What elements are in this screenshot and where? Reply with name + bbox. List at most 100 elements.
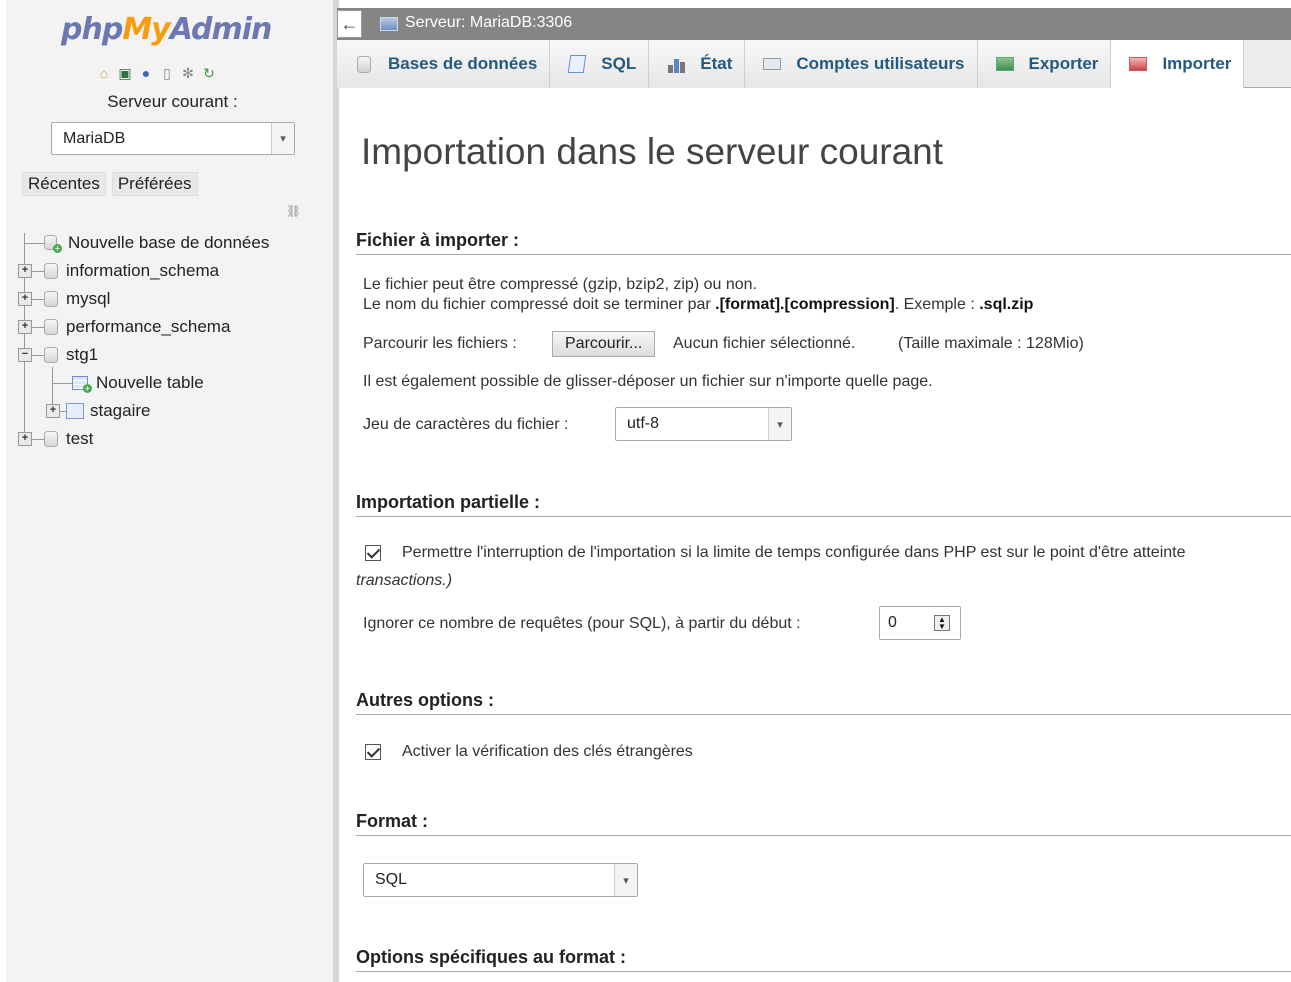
tab-import[interactable]: Importer xyxy=(1111,40,1245,88)
database-icon xyxy=(44,347,58,363)
tab-label: SQL xyxy=(601,54,637,73)
expand-icon[interactable]: + xyxy=(18,264,32,278)
view-icon xyxy=(66,403,84,419)
spinner-icon[interactable]: ▲ ▼ xyxy=(934,615,950,631)
navigation-panel: phpMyAdmin ⌂ ▣ ● ▯ ✻ ↻ Serveur courant :… xyxy=(0,0,333,982)
quick-links: ⌂ ▣ ● ▯ ✻ ↻ xyxy=(95,64,218,82)
charset-select-value: utf-8 xyxy=(627,415,660,432)
new-table-icon: + xyxy=(72,375,92,393)
tree-item-label[interactable]: stg1 xyxy=(66,345,98,365)
allow-interrupt-checkbox[interactable] xyxy=(365,545,381,561)
foreign-key-checks-checkbox[interactable] xyxy=(365,744,381,760)
recent-tables-button[interactable]: Récentes xyxy=(22,172,106,196)
format-select[interactable]: SQL ▾ xyxy=(363,863,638,897)
no-file-selected: Aucun fichier sélectionné. xyxy=(673,335,856,352)
tree-item-database[interactable]: + mysql xyxy=(18,285,269,313)
settings-icon[interactable]: ✻ xyxy=(179,64,197,82)
expand-icon[interactable]: + xyxy=(18,432,32,446)
tree-item-label[interactable]: stagaire xyxy=(90,401,150,421)
format-specific-heading: Options spécifiques au format : xyxy=(356,947,1291,972)
foreign-key-checks-label[interactable]: Activer la vérification des clés étrangè… xyxy=(402,743,693,761)
import-icon xyxy=(1128,55,1148,73)
tree-item-label[interactable]: mysql xyxy=(66,289,110,309)
database-tree: + Nouvelle base de données + information… xyxy=(18,229,269,453)
home-icon[interactable]: ⌂ xyxy=(95,64,113,82)
compression-note: Le fichier peut être compressé (gzip, bz… xyxy=(363,276,757,293)
browse-label: Parcourir les fichiers : xyxy=(363,335,517,352)
tab-label: Exporter xyxy=(1028,54,1099,73)
tab-user-accounts[interactable]: Comptes utilisateurs xyxy=(745,40,978,88)
tree-item-database[interactable]: + test xyxy=(18,425,269,453)
recent-favorites: Récentes Préférées xyxy=(22,172,198,196)
expand-icon[interactable]: + xyxy=(18,320,32,334)
server-select[interactable]: MariaDB ▾ xyxy=(51,122,295,155)
tab-status[interactable]: État xyxy=(649,40,746,88)
tab-label: Bases de données xyxy=(388,54,538,73)
reload-icon[interactable]: ↻ xyxy=(200,64,218,82)
server-breadcrumb-bar: ← Serveur: MariaDB:3306 xyxy=(337,8,1291,40)
skip-queries-label: Ignorer ce nombre de requêtes (pour SQL)… xyxy=(363,615,801,632)
new-database-icon: + xyxy=(44,235,62,253)
import-page: Importation dans le serveur courant Fich… xyxy=(337,89,1291,982)
server-label: Serveur courant : xyxy=(107,92,238,111)
expand-icon[interactable]: + xyxy=(46,404,60,418)
allow-interrupt-label[interactable]: Permettre l'interruption de l'importatio… xyxy=(402,544,1185,562)
tree-item-label: Nouvelle table xyxy=(96,373,204,392)
max-size-note: (Taille maximale : 128Mio) xyxy=(898,335,1084,352)
expand-icon[interactable]: + xyxy=(18,292,32,306)
database-icon xyxy=(354,55,374,73)
collapse-icon[interactable]: − xyxy=(18,348,32,362)
tab-label: Comptes utilisateurs xyxy=(796,54,965,73)
tree-item-label[interactable]: test xyxy=(66,429,93,449)
format-select-value: SQL xyxy=(375,871,408,888)
tree-item-view[interactable]: + stagaire xyxy=(18,397,269,425)
server-icon xyxy=(380,17,398,31)
chevron-down-icon: ▾ xyxy=(271,123,294,154)
database-icon xyxy=(44,291,58,307)
main-tabs: Bases de données SQL État Comptes utilis… xyxy=(337,40,1291,88)
tree-item-label[interactable]: information_schema xyxy=(66,261,219,281)
allow-interrupt-note: transactions.) xyxy=(356,572,453,589)
tab-export[interactable]: Exporter xyxy=(977,40,1112,88)
tab-databases[interactable]: Bases de données xyxy=(337,40,551,88)
browse-button[interactable]: Parcourir... xyxy=(552,331,656,357)
exit-icon[interactable]: ▣ xyxy=(116,64,134,82)
breadcrumb-server[interactable]: Serveur: MariaDB:3306 xyxy=(405,14,572,32)
chevron-down-icon: ▾ xyxy=(768,408,791,440)
collapse-sidebar-button[interactable]: ← xyxy=(337,10,362,38)
export-icon xyxy=(995,55,1015,73)
help-icon[interactable]: ● xyxy=(137,64,155,82)
compression-format-note: Le nom du fichier compressé doit se term… xyxy=(363,296,1034,313)
tree-item-label[interactable]: performance_schema xyxy=(66,317,230,337)
phpmyadmin-logo[interactable]: phpMyAdmin xyxy=(61,12,272,47)
favorite-tables-button[interactable]: Préférées xyxy=(111,172,198,196)
link-icon[interactable]: ⛓ xyxy=(286,204,301,218)
partial-section-heading: Importation partielle : xyxy=(356,492,1291,517)
chevron-down-icon: ▾ xyxy=(614,864,637,896)
docs-icon[interactable]: ▯ xyxy=(158,64,176,82)
status-icon xyxy=(666,55,686,73)
database-icon xyxy=(44,263,58,279)
tab-label: État xyxy=(700,54,733,73)
database-icon xyxy=(44,319,58,335)
charset-select[interactable]: utf-8 ▾ xyxy=(615,407,792,441)
tree-item-new-database[interactable]: + Nouvelle base de données xyxy=(18,229,269,257)
database-icon xyxy=(44,431,58,447)
skip-queries-value: 0 xyxy=(888,614,897,631)
tree-item-new-table[interactable]: + Nouvelle table xyxy=(18,369,269,397)
tree-item-database[interactable]: + information_schema xyxy=(18,257,269,285)
tree-item-label: Nouvelle base de données xyxy=(68,233,270,252)
format-heading: Format : xyxy=(356,811,1291,836)
skip-queries-input[interactable]: 0 ▲ ▼ xyxy=(879,606,961,640)
sql-icon xyxy=(567,55,587,73)
drag-drop-note: Il est également possible de glisser-dép… xyxy=(363,373,933,390)
file-section-heading: Fichier à importer : xyxy=(356,230,1291,255)
tree-item-database[interactable]: − stg1 xyxy=(18,341,269,369)
server-select-value: MariaDB xyxy=(63,130,126,147)
phpmyadmin-window: phpMyAdmin ⌂ ▣ ● ▯ ✻ ↻ Serveur courant :… xyxy=(0,0,1291,982)
page-title: Importation dans le serveur courant xyxy=(361,131,944,172)
tree-item-database[interactable]: + performance_schema xyxy=(18,313,269,341)
tab-sql[interactable]: SQL xyxy=(550,40,650,88)
users-icon xyxy=(762,55,782,73)
other-options-heading: Autres options : xyxy=(356,690,1291,715)
